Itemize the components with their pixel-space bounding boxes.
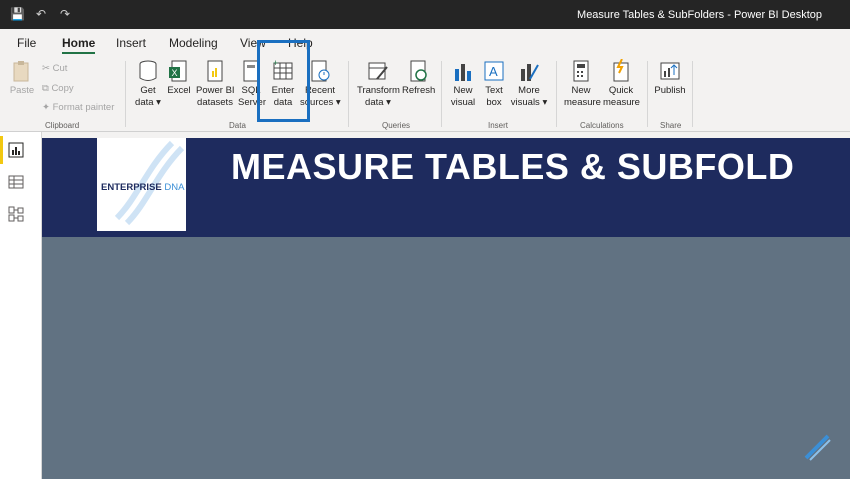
logo-text-accent: DNA [164,182,185,193]
tab-modeling[interactable]: Modeling [169,36,218,50]
title-bar: 💾 ↶ ↷ Measure Tables & SubFolders - Powe… [0,0,850,29]
brush-icon: ✦ [42,102,50,113]
transform-label-2-text: data [365,97,384,108]
data-group-label: Data [229,121,246,130]
quick-measure-label-1: Quick [608,85,634,96]
get-data-button[interactable]: Get data ▾ [134,59,162,109]
divider [348,61,349,127]
save-icon[interactable]: 💾 [10,7,25,21]
svg-text:X: X [172,68,178,78]
ribbon-tabs: File Home Insert Modeling View Help [0,29,850,55]
more-visuals-label-2: visuals ▾ [510,97,548,108]
publish-icon [659,59,681,83]
copy-label: Copy [51,83,74,94]
datasets-label-1: Power BI [196,85,235,96]
redo-icon[interactable]: ↷ [58,7,72,21]
more-visuals-icon [518,59,540,83]
new-visual-label-1: New [453,85,473,96]
refresh-button[interactable]: Refresh [402,59,436,97]
new-measure-button[interactable]: New measure [564,59,601,109]
excel-label: Excel [167,85,191,96]
report-canvas[interactable]: ENTERPRISE DNA MEASURE TABLES & SUBFOLD [42,138,850,479]
divider [125,61,126,127]
model-view-icon[interactable] [8,206,24,222]
database-icon [137,59,159,83]
tab-home[interactable]: Home [62,36,96,54]
queries-group-label: Queries [382,121,411,130]
report-banner: ENTERPRISE DNA MEASURE TABLES & SUBFOLD [42,138,850,237]
transform-label-2: data ▾ [365,97,391,108]
transform-data-button[interactable]: Transform data ▾ [357,59,400,109]
divider [556,61,557,127]
refresh-label: Refresh [402,85,436,96]
view-switcher [0,132,42,479]
scissors-icon: ✂ [42,63,50,74]
clipboard-group-label: Clipboard [45,121,80,130]
text-box-label-1: Text [485,85,503,96]
logo-text-main: ENTERPRISE [101,182,162,193]
bar-chart-icon [452,59,474,83]
publish-label: Publish [654,85,686,96]
clock-document-icon [309,59,331,83]
quick-measure-button[interactable]: Quick measure [603,58,640,109]
new-measure-label-1: New [571,85,591,96]
publish-button[interactable]: Publish [654,59,686,97]
text-box-label-2: box [486,97,502,108]
paste-icon [11,59,33,83]
cut-button[interactable]: ✂ Cut [42,63,67,74]
watermark-logo [802,432,832,464]
enter-data-highlight [257,40,310,122]
quick-access-toolbar: 💾 ↶ ↷ [10,7,72,21]
more-visuals-button[interactable]: More visuals ▾ [510,59,548,109]
more-visuals-label-2-text: visuals [510,97,540,108]
window-title: Measure Tables & SubFolders - Power BI D… [577,9,822,21]
cut-label: Cut [52,63,68,74]
insert-group-label: Insert [488,121,509,130]
paste-label: Paste [9,85,35,96]
divider [692,61,693,127]
data-view-icon[interactable] [8,174,24,190]
svg-text:A: A [489,64,498,79]
format-painter-button[interactable]: ✦ Format painter [42,102,114,113]
new-visual-label-2: visual [450,97,476,108]
report-headline: MEASURE TABLES & SUBFOLD [231,146,795,187]
copy-button[interactable]: ⧉ Copy [42,83,74,94]
undo-icon[interactable]: ↶ [34,7,48,21]
tab-file[interactable]: File [17,36,36,50]
divider [441,61,442,127]
power-bi-datasets-button[interactable]: Power BI datasets [196,59,235,109]
text-box-icon: A [483,59,505,83]
report-view-icon[interactable] [8,142,24,158]
calculations-group-label: Calculations [580,121,624,130]
get-data-label-2-text: data [135,97,154,108]
excel-icon: X [168,59,190,83]
excel-button[interactable]: X Excel [166,59,192,97]
paste-button[interactable]: Paste [8,59,36,97]
new-visual-button[interactable]: New visual [450,59,476,109]
divider [647,61,648,127]
format-painter-label: Format painter [52,102,115,113]
get-data-label-1: Get [140,85,156,96]
logo-text: ENTERPRISE DNA [101,182,184,193]
get-data-label-2: data ▾ [135,97,161,108]
quick-measure-label-2: measure [603,97,640,108]
tab-insert[interactable]: Insert [116,36,146,50]
quick-calculator-icon [610,58,632,83]
copy-icon: ⧉ [42,83,49,94]
ribbon: Paste ✂ Cut ⧉ Copy ✦ Format painter Clip… [0,55,850,132]
enterprise-dna-logo: ENTERPRISE DNA [97,138,186,231]
transform-icon [367,59,389,83]
dataset-icon [204,59,226,83]
calculator-icon [570,59,592,83]
text-box-button[interactable]: A Text box [482,59,506,109]
new-measure-label-2: measure [564,97,601,108]
transform-label-1: Transform [357,85,400,96]
more-visuals-label-1: More [518,85,540,96]
datasets-label-2: datasets [197,97,233,108]
active-view-indicator [0,136,3,164]
share-group-label: Share [660,121,682,130]
refresh-icon [407,59,429,83]
